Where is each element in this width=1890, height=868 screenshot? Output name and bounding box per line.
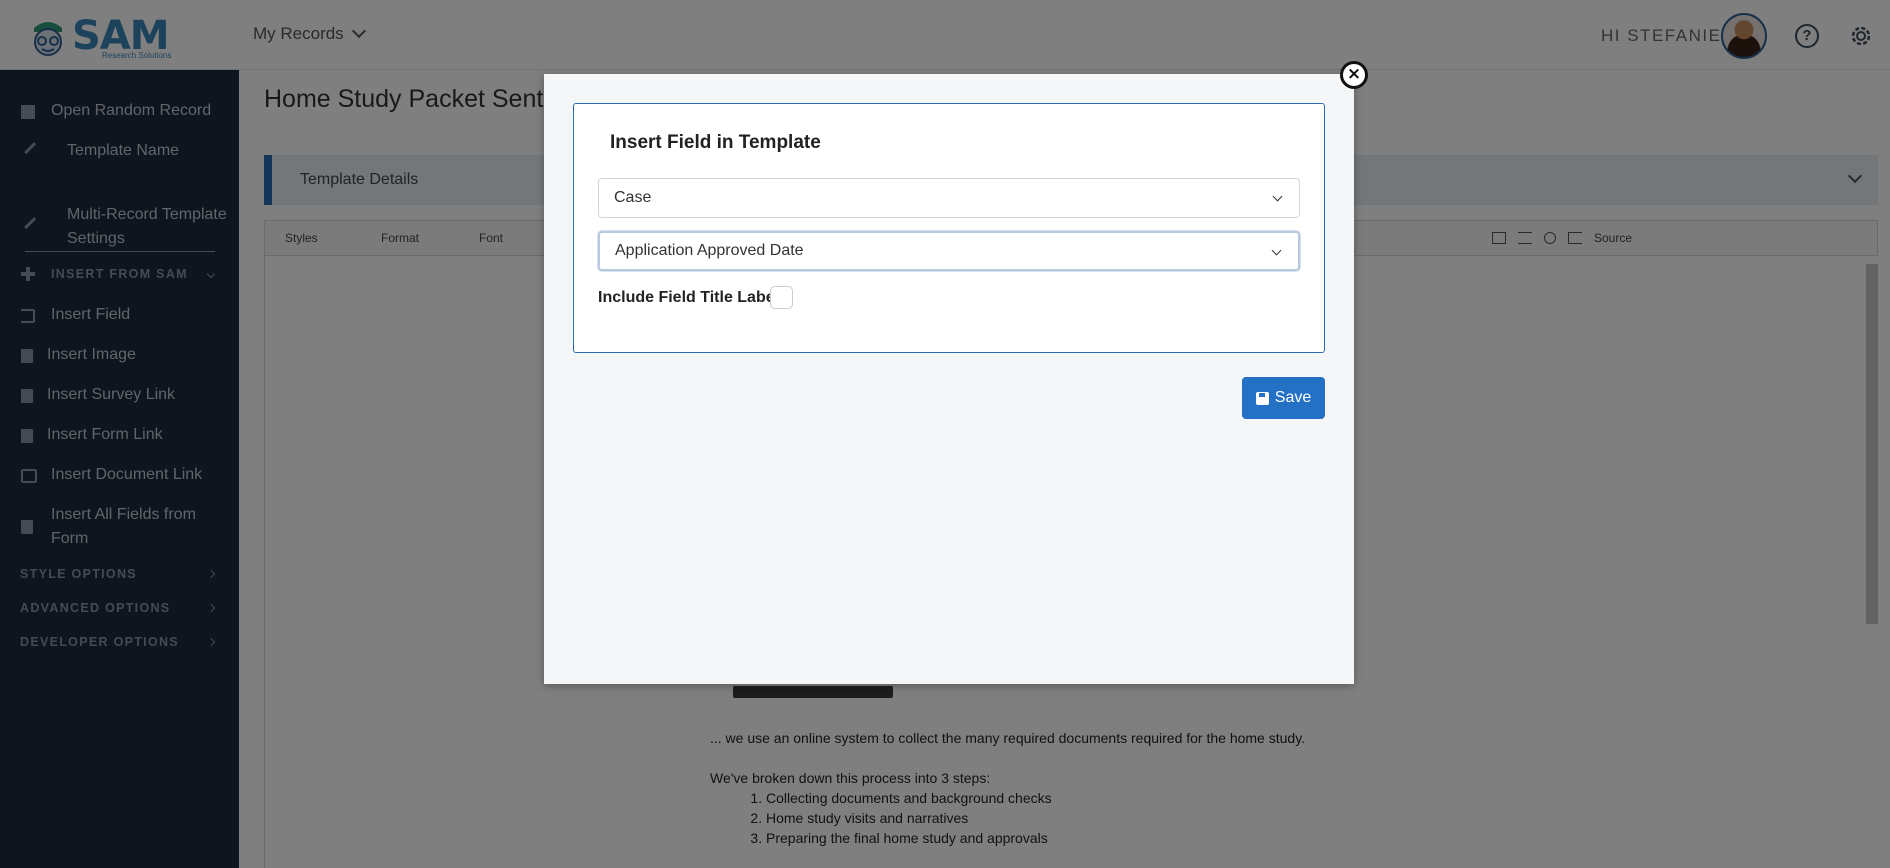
save-button[interactable]: Save: [1242, 377, 1325, 419]
floppy-disk-icon: [1255, 391, 1269, 405]
insert-field-card: Insert Field in Template Case Applicatio…: [573, 103, 1325, 353]
field-select[interactable]: Application Approved Date: [598, 231, 1300, 271]
chevron-down-icon: [1271, 245, 1282, 256]
insert-field-modal: Insert Field in Template Case Applicatio…: [544, 74, 1354, 684]
form-select-value: Case: [614, 189, 652, 206]
chevron-down-icon: [1272, 191, 1283, 202]
field-select-value: Application Approved Date: [615, 242, 804, 259]
include-title-checkbox[interactable]: [770, 286, 793, 309]
save-button-label: Save: [1274, 389, 1312, 406]
close-modal-button[interactable]: ×: [1340, 61, 1368, 89]
include-title-label: Include Field Title Label: [598, 289, 780, 306]
modal-title: Insert Field in Template: [610, 132, 821, 153]
form-select[interactable]: Case: [598, 178, 1300, 218]
